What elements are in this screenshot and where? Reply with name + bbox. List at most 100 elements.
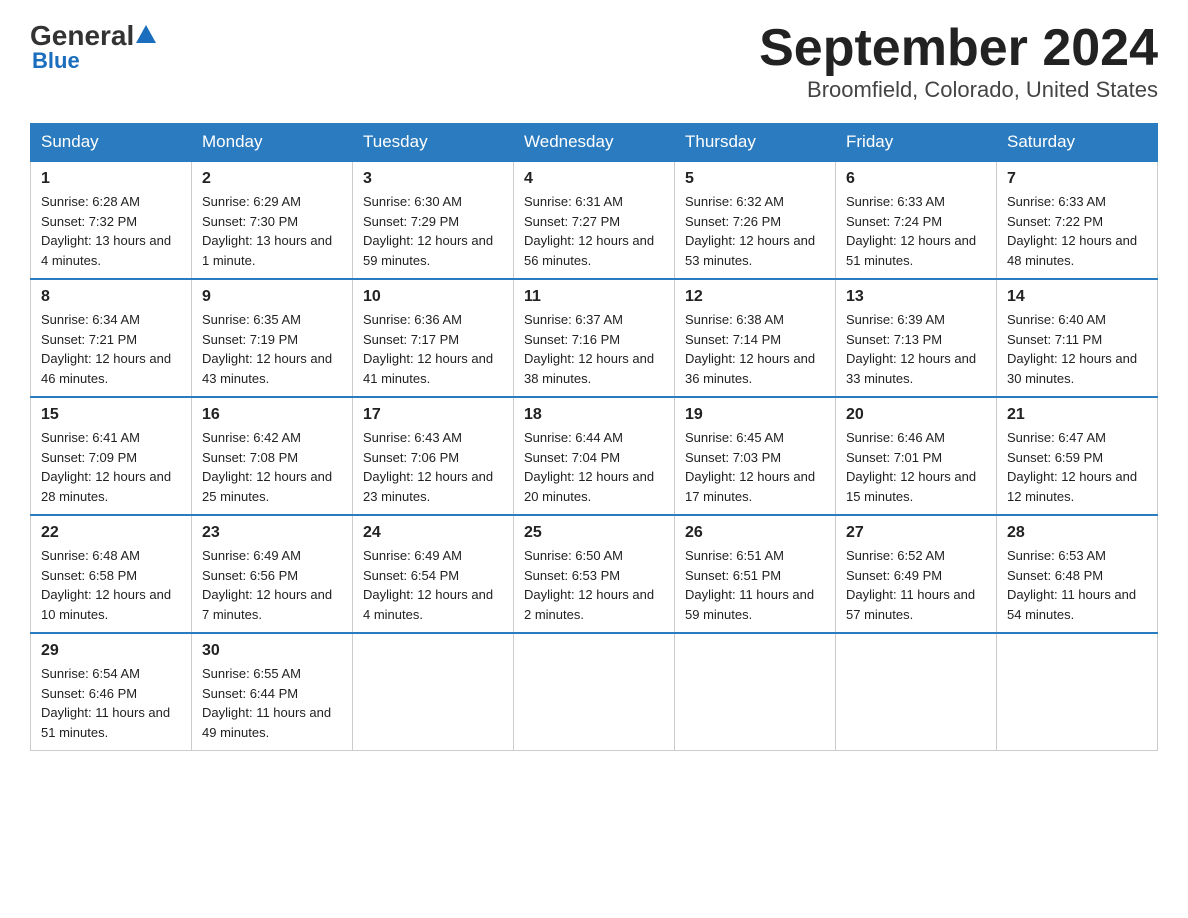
day-number: 5 [685, 170, 825, 188]
calendar-cell: 6 Sunrise: 6:33 AMSunset: 7:24 PMDaylight… [836, 161, 997, 279]
calendar-cell: 22 Sunrise: 6:48 AMSunset: 6:58 PMDayligh… [31, 515, 192, 633]
day-info: Sunrise: 6:45 AMSunset: 7:03 PMDaylight:… [685, 428, 825, 506]
calendar-cell: 11 Sunrise: 6:37 AMSunset: 7:16 PMDayligh… [514, 279, 675, 397]
calendar-cell: 1 Sunrise: 6:28 AMSunset: 7:32 PMDaylight… [31, 161, 192, 279]
day-info: Sunrise: 6:51 AMSunset: 6:51 PMDaylight:… [685, 546, 825, 624]
day-number: 23 [202, 524, 342, 542]
day-number: 9 [202, 288, 342, 306]
day-info: Sunrise: 6:46 AMSunset: 7:01 PMDaylight:… [846, 428, 986, 506]
day-info: Sunrise: 6:30 AMSunset: 7:29 PMDaylight:… [363, 192, 503, 270]
calendar-cell: 10Sunrise: 6:36 AMSunset: 7:17 PMDayligh… [353, 279, 514, 397]
day-number: 13 [846, 288, 986, 306]
day-info: Sunrise: 6:41 AMSunset: 7:09 PMDaylight:… [41, 428, 181, 506]
calendar-cell: 26 Sunrise: 6:51 AMSunset: 6:51 PMDayligh… [675, 515, 836, 633]
day-number: 17 [363, 406, 503, 424]
calendar-cell: 12Sunrise: 6:38 AMSunset: 7:14 PMDayligh… [675, 279, 836, 397]
title-section: September 2024 Broomfield, Colorado, Uni… [759, 20, 1158, 103]
day-number: 7 [1007, 170, 1147, 188]
day-info: Sunrise: 6:39 AMSunset: 7:13 PMDaylight:… [846, 310, 986, 388]
day-number: 26 [685, 524, 825, 542]
calendar-cell [353, 633, 514, 751]
day-info: Sunrise: 6:43 AMSunset: 7:06 PMDaylight:… [363, 428, 503, 506]
calendar-cell: 27 Sunrise: 6:52 AMSunset: 6:49 PMDayligh… [836, 515, 997, 633]
day-info: Sunrise: 6:35 AMSunset: 7:19 PMDaylight:… [202, 310, 342, 388]
calendar-cell [675, 633, 836, 751]
day-number: 30 [202, 642, 342, 660]
day-number: 25 [524, 524, 664, 542]
day-info: Sunrise: 6:33 AMSunset: 7:24 PMDaylight:… [846, 192, 986, 270]
calendar-cell: 15 Sunrise: 6:41 AMSunset: 7:09 PMDayligh… [31, 397, 192, 515]
day-of-week-saturday: Saturday [997, 124, 1158, 162]
calendar-cell: 18Sunrise: 6:44 AMSunset: 7:04 PMDayligh… [514, 397, 675, 515]
day-info: Sunrise: 6:34 AMSunset: 7:21 PMDaylight:… [41, 310, 181, 388]
calendar-cell: 8 Sunrise: 6:34 AMSunset: 7:21 PMDaylight… [31, 279, 192, 397]
calendar-cell: 20Sunrise: 6:46 AMSunset: 7:01 PMDayligh… [836, 397, 997, 515]
day-number: 8 [41, 288, 181, 306]
calendar-cell: 5 Sunrise: 6:32 AMSunset: 7:26 PMDaylight… [675, 161, 836, 279]
day-of-week-friday: Friday [836, 124, 997, 162]
calendar-cell: 9 Sunrise: 6:35 AMSunset: 7:19 PMDaylight… [192, 279, 353, 397]
day-info: Sunrise: 6:50 AMSunset: 6:53 PMDaylight:… [524, 546, 664, 624]
calendar-cell: 17 Sunrise: 6:43 AMSunset: 7:06 PMDayligh… [353, 397, 514, 515]
day-info: Sunrise: 6:47 AMSunset: 6:59 PMDaylight:… [1007, 428, 1147, 506]
day-number: 6 [846, 170, 986, 188]
day-of-week-sunday: Sunday [31, 124, 192, 162]
calendar-subtitle: Broomfield, Colorado, United States [759, 77, 1158, 103]
calendar-cell: 29Sunrise: 6:54 AMSunset: 6:46 PMDayligh… [31, 633, 192, 751]
day-info: Sunrise: 6:33 AMSunset: 7:22 PMDaylight:… [1007, 192, 1147, 270]
day-info: Sunrise: 6:53 AMSunset: 6:48 PMDaylight:… [1007, 546, 1147, 624]
day-number: 28 [1007, 524, 1147, 542]
calendar-cell: 3 Sunrise: 6:30 AMSunset: 7:29 PMDaylight… [353, 161, 514, 279]
day-info: Sunrise: 6:49 AMSunset: 6:54 PMDaylight:… [363, 546, 503, 624]
day-info: Sunrise: 6:31 AMSunset: 7:27 PMDaylight:… [524, 192, 664, 270]
calendar-cell [836, 633, 997, 751]
calendar-cell: 14 Sunrise: 6:40 AMSunset: 7:11 PMDayligh… [997, 279, 1158, 397]
day-number: 14 [1007, 288, 1147, 306]
day-number: 16 [202, 406, 342, 424]
day-info: Sunrise: 6:55 AMSunset: 6:44 PMDaylight:… [202, 664, 342, 742]
day-number: 19 [685, 406, 825, 424]
day-info: Sunrise: 6:48 AMSunset: 6:58 PMDaylight:… [41, 546, 181, 624]
logo-blue-text: Blue [32, 48, 80, 74]
calendar-cell: 16Sunrise: 6:42 AMSunset: 7:08 PMDayligh… [192, 397, 353, 515]
calendar-cell: 2Sunrise: 6:29 AMSunset: 7:30 PMDaylight… [192, 161, 353, 279]
calendar-week-row: 22 Sunrise: 6:48 AMSunset: 6:58 PMDayligh… [31, 515, 1158, 633]
day-number: 11 [524, 288, 664, 306]
day-info: Sunrise: 6:36 AMSunset: 7:17 PMDaylight:… [363, 310, 503, 388]
page-header: General Blue September 2024 Broomfield, … [30, 20, 1158, 103]
calendar-cell: 21 Sunrise: 6:47 AMSunset: 6:59 PMDayligh… [997, 397, 1158, 515]
calendar-cell [514, 633, 675, 751]
calendar-week-row: 1 Sunrise: 6:28 AMSunset: 7:32 PMDaylight… [31, 161, 1158, 279]
calendar-week-row: 15 Sunrise: 6:41 AMSunset: 7:09 PMDayligh… [31, 397, 1158, 515]
day-info: Sunrise: 6:40 AMSunset: 7:11 PMDaylight:… [1007, 310, 1147, 388]
day-info: Sunrise: 6:37 AMSunset: 7:16 PMDaylight:… [524, 310, 664, 388]
day-of-week-thursday: Thursday [675, 124, 836, 162]
day-of-week-tuesday: Tuesday [353, 124, 514, 162]
day-number: 21 [1007, 406, 1147, 424]
calendar-cell: 30 Sunrise: 6:55 AMSunset: 6:44 PMDayligh… [192, 633, 353, 751]
day-of-week-wednesday: Wednesday [514, 124, 675, 162]
day-number: 24 [363, 524, 503, 542]
calendar-header-row: SundayMondayTuesdayWednesdayThursdayFrid… [31, 124, 1158, 162]
day-info: Sunrise: 6:49 AMSunset: 6:56 PMDaylight:… [202, 546, 342, 624]
calendar-cell: 24 Sunrise: 6:49 AMSunset: 6:54 PMDayligh… [353, 515, 514, 633]
day-number: 29 [41, 642, 181, 660]
day-info: Sunrise: 6:52 AMSunset: 6:49 PMDaylight:… [846, 546, 986, 624]
day-info: Sunrise: 6:28 AMSunset: 7:32 PMDaylight:… [41, 192, 181, 270]
calendar-cell: 13 Sunrise: 6:39 AMSunset: 7:13 PMDayligh… [836, 279, 997, 397]
day-number: 3 [363, 170, 503, 188]
calendar-cell: 23 Sunrise: 6:49 AMSunset: 6:56 PMDayligh… [192, 515, 353, 633]
day-number: 2 [202, 170, 342, 188]
calendar-title: September 2024 [759, 20, 1158, 77]
calendar-cell: 28 Sunrise: 6:53 AMSunset: 6:48 PMDayligh… [997, 515, 1158, 633]
logo-triangle-icon [136, 25, 156, 43]
day-number: 27 [846, 524, 986, 542]
day-number: 1 [41, 170, 181, 188]
day-number: 15 [41, 406, 181, 424]
day-number: 4 [524, 170, 664, 188]
calendar-cell: 4 Sunrise: 6:31 AMSunset: 7:27 PMDaylight… [514, 161, 675, 279]
day-number: 12 [685, 288, 825, 306]
day-number: 22 [41, 524, 181, 542]
logo: General Blue [30, 20, 156, 74]
day-info: Sunrise: 6:32 AMSunset: 7:26 PMDaylight:… [685, 192, 825, 270]
